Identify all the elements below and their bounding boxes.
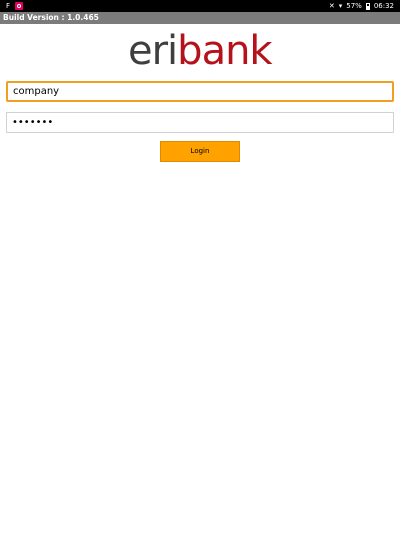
status-time: 06:32 xyxy=(373,2,394,10)
build-version-text: Build Version : 1.0.465 xyxy=(3,13,99,22)
battery-percent: 57% xyxy=(346,2,362,10)
status-bar: F ✕ ▾ 57% 06:32 xyxy=(0,0,400,12)
wifi-icon: ▾ xyxy=(338,2,343,10)
logo-eri-text: eri xyxy=(128,28,178,74)
notification-app-icon xyxy=(15,2,23,10)
username-input[interactable] xyxy=(6,81,394,102)
notification-icons: F xyxy=(4,2,23,10)
battery-icon xyxy=(365,2,370,10)
password-input[interactable] xyxy=(6,112,394,133)
mute-icon: ✕ xyxy=(328,2,335,10)
eribank-logo: eribank xyxy=(128,28,273,74)
notification-f-icon: F xyxy=(5,2,11,10)
status-indicators: ✕ ▾ 57% 06:32 xyxy=(329,0,394,12)
logo-bank-text: bank xyxy=(177,28,272,74)
build-version-bar: Build Version : 1.0.465 xyxy=(0,12,400,24)
login-button[interactable]: Login xyxy=(160,141,240,162)
